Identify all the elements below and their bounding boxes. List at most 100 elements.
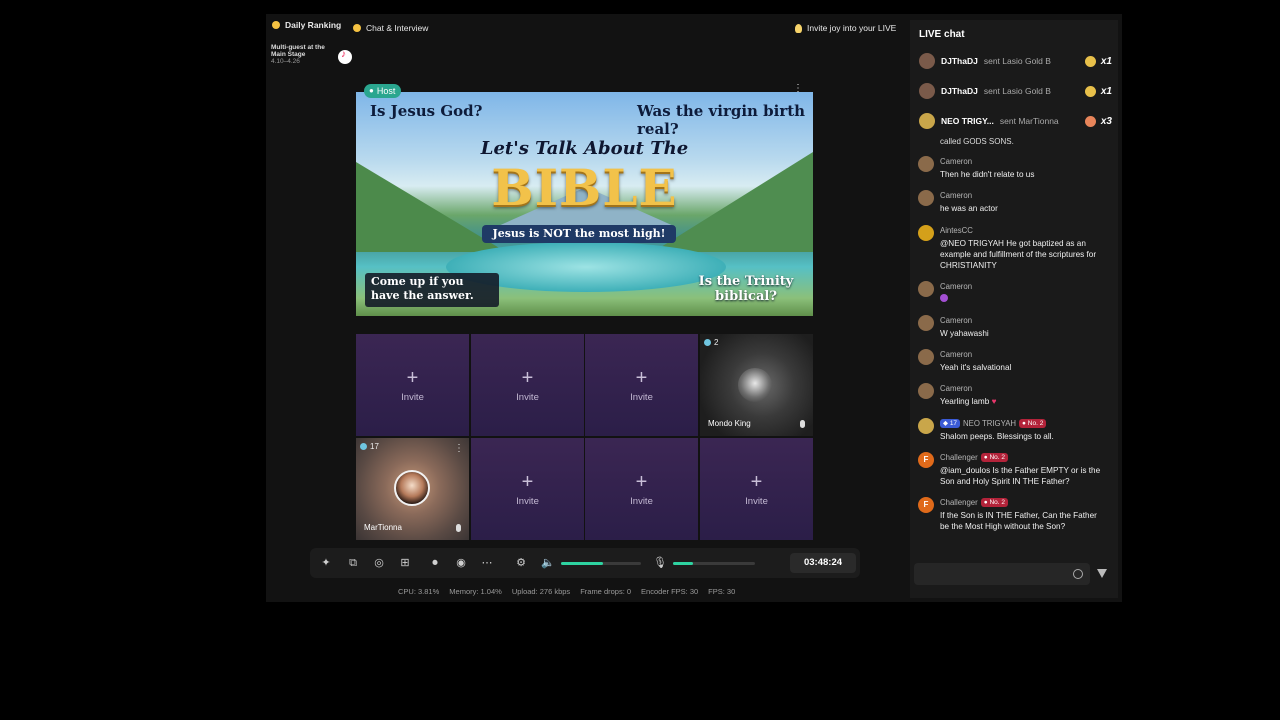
person-icon: ● xyxy=(369,86,374,95)
volume-slider[interactable] xyxy=(561,562,641,565)
invite-slot[interactable]: + Invite xyxy=(585,334,698,436)
gift-sender: DJThaDJ xyxy=(941,86,978,96)
chat-username[interactable]: Challenger xyxy=(940,497,978,508)
lightbulb-icon xyxy=(795,23,802,33)
invite-label: Invite xyxy=(630,391,653,403)
invite-slot[interactable]: + Invite xyxy=(471,438,584,540)
record-icon[interactable]: ⏺ xyxy=(429,557,441,569)
stat-encoder-fps: Encoder FPS: 30 xyxy=(641,587,699,596)
guest-more-icon[interactable]: ⋮ xyxy=(454,444,464,454)
stat-cpu: CPU: 3.81% xyxy=(398,587,440,596)
chat-input[interactable] xyxy=(914,563,1090,585)
chat-text: Then he didn't relate to us xyxy=(940,170,1035,179)
chat-text: @NEO TRIGYAH He got baptized as an examp… xyxy=(940,239,1097,270)
guest-video xyxy=(738,368,772,402)
guest-avatar xyxy=(394,470,430,506)
avatar xyxy=(918,349,934,365)
guest-tile-martionna[interactable]: 17 ⋮ MarTionna xyxy=(356,438,469,540)
add-source-icon[interactable]: ⊞ xyxy=(399,557,411,569)
chat-text: W yahawashi xyxy=(940,329,989,338)
invite-label: Invite xyxy=(401,391,424,403)
invite-slot[interactable]: + Invite xyxy=(356,334,469,436)
chat-username[interactable]: Cameron xyxy=(940,383,972,394)
chat-text: Yearling lamb ♥ xyxy=(940,396,1106,407)
invite-slot[interactable]: + Invite xyxy=(700,438,813,540)
banner-callout: Come up if you have the answer. xyxy=(365,273,499,307)
event-banner[interactable]: Multi-guest at the Main Stage 4.10–4.26 xyxy=(271,44,337,65)
gift-row: DJThaDJ sent Lasio Gold B x1 xyxy=(914,50,1116,72)
chat-username[interactable]: NEO TRIGYAH xyxy=(963,418,1016,429)
avatar xyxy=(918,156,934,172)
microphone-icon[interactable]: 🎙 xyxy=(653,557,667,569)
chat-interview-button[interactable]: Chat & Interview xyxy=(353,23,428,33)
stream-controls: ✦ ⧉ ◎ ⊞ ⏺ ◉ ⋯ ⚙ 🔈 🎙 03:48:24 xyxy=(310,548,860,578)
screen-share-icon[interactable]: ⧉ xyxy=(347,557,359,569)
gift-icon xyxy=(1084,85,1096,97)
chat-username[interactable]: Cameron xyxy=(940,349,972,360)
emoji-icon[interactable] xyxy=(1073,569,1083,579)
chat-username[interactable]: Cameron xyxy=(940,190,972,201)
invite-label: Invite xyxy=(516,391,539,403)
invite-joy-button[interactable]: Invite joy into your LIVE xyxy=(795,23,896,33)
camera-icon[interactable]: ◉ xyxy=(455,557,467,569)
rank-icon xyxy=(360,443,367,450)
gift-sender: DJThaDJ xyxy=(941,56,978,66)
chat-text: @iam_doulos Is the Father EMPTY or is th… xyxy=(940,466,1101,486)
host-label: Host xyxy=(376,86,396,96)
guest-rank-number: 17 xyxy=(370,442,379,451)
send-icon[interactable] xyxy=(1097,569,1107,578)
magic-wand-icon[interactable]: ✦ xyxy=(320,557,332,569)
mic-slider[interactable] xyxy=(673,562,755,565)
more-icon[interactable]: ⋯ xyxy=(481,557,493,569)
banner-script-text: Let's Talk About The xyxy=(480,138,689,159)
mic-icon[interactable] xyxy=(456,524,461,532)
avatar xyxy=(918,281,934,297)
gift-count: x3 xyxy=(1100,115,1112,127)
banner-subtitle: Jesus is NOT the most high! xyxy=(482,225,676,243)
chat-text: Yeah it's salvational xyxy=(940,363,1012,372)
stat-fps: FPS: 30 xyxy=(708,587,736,596)
host-banner: Is Jesus God? Was the virgin birth real?… xyxy=(356,92,813,316)
chat-text: Shalom peeps. Blessings to all. xyxy=(940,432,1054,441)
effects-icon[interactable]: ◎ xyxy=(373,557,385,569)
rank-badge-text: No. 2 xyxy=(1027,420,1044,427)
rank-icon xyxy=(704,339,711,346)
daily-ranking-button[interactable]: Daily Ranking xyxy=(272,20,341,30)
event-dates: 4.10–4.26 xyxy=(271,58,300,65)
chat-username[interactable]: Challenger xyxy=(940,452,978,463)
host-badge: ● Host xyxy=(364,84,402,98)
invite-label: Invite xyxy=(745,495,768,507)
banner-question-1: Is Jesus God? xyxy=(370,102,483,120)
chat-username[interactable]: Cameron xyxy=(940,156,972,167)
chat-text: If the Son is IN THE Father, Can the Fat… xyxy=(940,511,1097,531)
rank-badge-text: No. 2 xyxy=(989,499,1005,506)
gift-row: DJThaDJ sent Lasio Gold B x1 xyxy=(914,80,1116,102)
banner-title: BIBLE xyxy=(491,158,678,217)
plus-icon: + xyxy=(635,470,648,493)
chat-username[interactable]: AintesCC xyxy=(940,225,973,236)
plus-icon: + xyxy=(521,366,534,389)
emoji-icon xyxy=(940,294,948,302)
avatar xyxy=(918,225,934,241)
avatar: F xyxy=(918,452,934,468)
plus-icon: + xyxy=(635,366,648,389)
invite-slot[interactable]: + Invite xyxy=(471,334,584,436)
rank-badge-text: No. 2 xyxy=(989,454,1005,461)
chat-username[interactable]: Cameron xyxy=(940,315,972,326)
gift-count: x1 xyxy=(1100,85,1112,97)
plus-icon: + xyxy=(521,470,534,493)
plus-icon: + xyxy=(406,366,419,389)
guest-name: MarTionna xyxy=(364,523,402,532)
invite-slot[interactable]: + Invite xyxy=(585,438,698,540)
guest-rank: 17 xyxy=(360,442,379,451)
banner-question-2: Was the virgin birth real? xyxy=(637,102,806,138)
mic-icon[interactable] xyxy=(800,420,805,428)
volume-icon[interactable]: 🔈 xyxy=(541,557,555,569)
stat-memory: Memory: 1.04% xyxy=(449,587,502,596)
host-more-icon[interactable]: ⋮ xyxy=(793,84,803,94)
chat-username[interactable]: Cameron xyxy=(940,281,972,292)
chat-interview-label: Chat & Interview xyxy=(366,23,429,33)
heart-icon: ♥ xyxy=(991,397,997,406)
guest-tile-mondo-king[interactable]: 2 Mondo King xyxy=(700,334,813,436)
settings-sliders-icon[interactable]: ⚙ xyxy=(515,557,527,569)
